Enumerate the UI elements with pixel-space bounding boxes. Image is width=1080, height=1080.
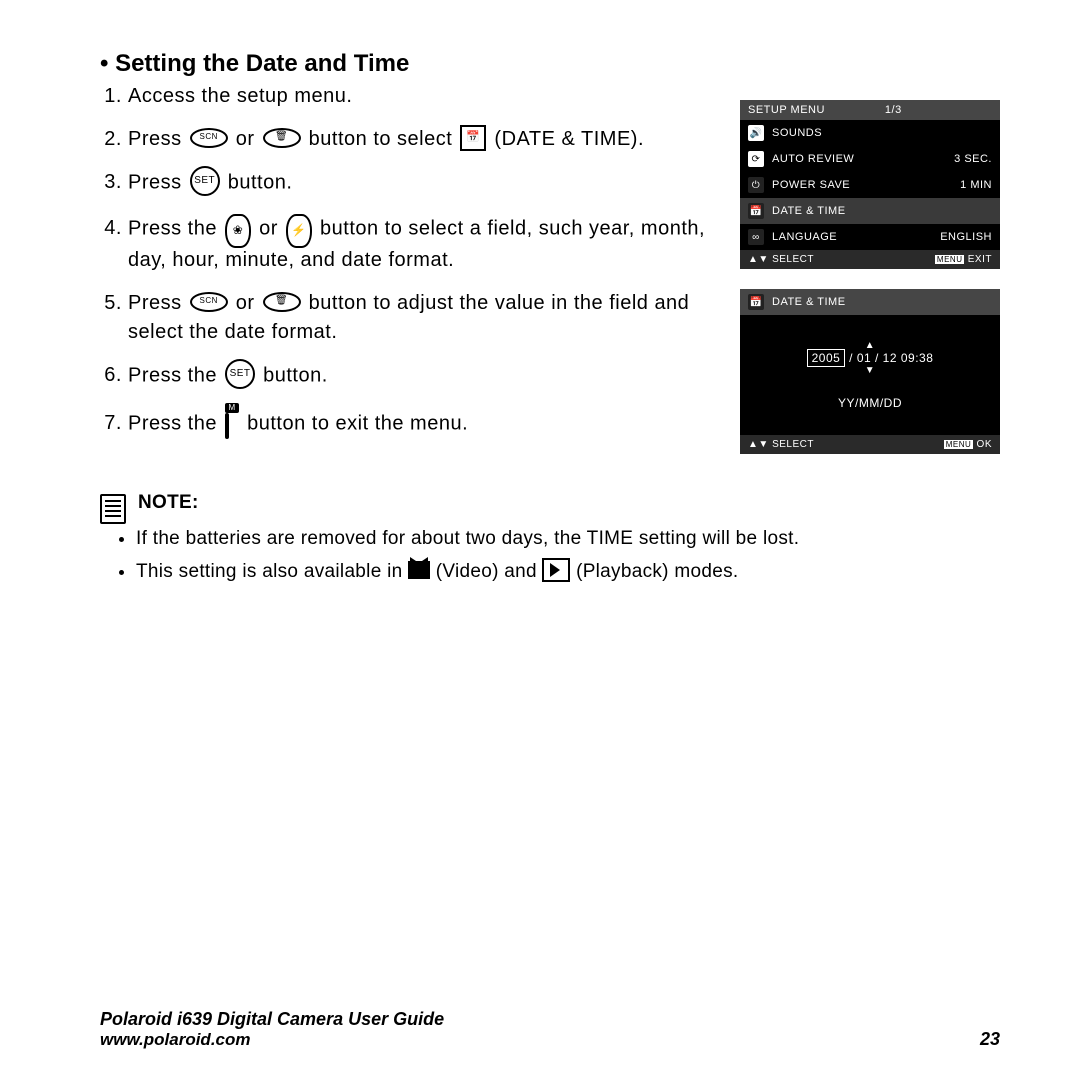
step-5: Press or button to adjust the value in t… xyxy=(128,289,710,347)
step-3: Press button. xyxy=(128,168,710,198)
step-1: Access the setup menu. xyxy=(128,82,710,111)
delete-button-icon xyxy=(263,128,301,148)
text: or xyxy=(236,292,261,314)
menu-item: AUTO REVIEW xyxy=(772,153,854,165)
scn-button-icon xyxy=(190,128,228,148)
menu-item-selected: DATE & TIME xyxy=(772,205,846,217)
footer-guide-title: Polaroid i639 Digital Camera User Guide xyxy=(100,1009,444,1030)
step-4: Press the ❀ or ⚡ button to select a fiel… xyxy=(128,212,710,275)
set-button-icon xyxy=(190,166,220,196)
note-section: NOTE: If the batteries are removed for a… xyxy=(100,492,1000,585)
text: button. xyxy=(228,171,293,193)
step-2: Press or button to select 📅 (DATE & TIME… xyxy=(128,125,710,154)
menu-tag: MENU xyxy=(935,255,965,264)
text: (Video) and xyxy=(436,561,543,582)
note-item: This setting is also available in (Video… xyxy=(136,559,1000,586)
text: (DATE & TIME). xyxy=(494,128,644,150)
text: Press xyxy=(128,292,188,314)
page-number: 23 xyxy=(980,1029,1000,1050)
text: button to exit the menu. xyxy=(247,412,468,434)
setup-menu-screenshot: SETUP MENU 1/3 🔊SOUNDS ⟳AUTO REVIEW3 SEC… xyxy=(740,100,1000,269)
menu-tag: MENU xyxy=(944,440,974,449)
lcd-title: DATE & TIME xyxy=(772,296,846,308)
macro-button-icon: ❀ xyxy=(225,214,251,248)
delete-button-icon xyxy=(263,292,301,312)
step-7: Press the M button to exit the menu. xyxy=(128,405,710,443)
text: Press xyxy=(128,128,188,150)
menu-item: LANGUAGE xyxy=(772,231,837,243)
footer-select: SELECT xyxy=(772,439,814,450)
menu-item: SOUNDS xyxy=(772,127,822,139)
menu-item: POWER SAVE xyxy=(772,179,850,191)
text: Press xyxy=(128,171,188,193)
lcd-page: 1/3 xyxy=(885,104,902,116)
playback-mode-icon xyxy=(542,558,570,582)
note-item: If the batteries are removed for about t… xyxy=(136,526,1000,553)
text: This setting is also available in xyxy=(136,561,408,582)
menu-button-icon: M xyxy=(225,403,239,441)
footer-select: SELECT xyxy=(772,254,814,265)
text: button. xyxy=(263,364,328,386)
text: or xyxy=(236,128,261,150)
instruction-steps: Access the setup menu. Press or button t… xyxy=(100,82,710,474)
text: button to select xyxy=(309,128,459,150)
footer-exit: EXIT xyxy=(968,254,992,265)
text: (Playback) modes. xyxy=(576,561,738,582)
year-field: 2005 xyxy=(807,349,846,367)
note-icon xyxy=(100,494,126,524)
date-time-icon: 📅 xyxy=(460,125,486,151)
scn-button-icon xyxy=(190,292,228,312)
menu-value: ENGLISH xyxy=(940,231,992,243)
note-title: NOTE: xyxy=(138,492,199,514)
footer-ok: OK xyxy=(977,439,992,450)
step-6: Press the button. xyxy=(128,361,710,391)
text: Press the xyxy=(128,364,223,386)
video-mode-icon xyxy=(408,561,430,579)
section-heading: • Setting the Date and Time xyxy=(100,50,1000,78)
set-button-icon xyxy=(225,359,255,389)
footer-url: www.polaroid.com xyxy=(100,1030,444,1050)
date-format: YY/MM/DD xyxy=(838,396,902,410)
updown-icon: ▲▼ xyxy=(748,439,769,450)
lcd-title: SETUP MENU xyxy=(748,104,825,116)
text: or xyxy=(259,217,284,239)
text: Press the xyxy=(128,217,223,239)
page-footer: Polaroid i639 Digital Camera User Guide … xyxy=(100,1009,1000,1050)
flash-button-icon: ⚡ xyxy=(286,214,312,248)
updown-icon: ▲▼ xyxy=(748,254,769,265)
date-rest: / 01 / 12 09:38 xyxy=(845,351,933,365)
menu-value: 3 SEC. xyxy=(954,153,992,165)
menu-value: 1 MIN xyxy=(960,179,992,191)
text: Press the xyxy=(128,412,223,434)
date-time-screenshot: 📅 DATE & TIME ▲ 2005 / 01 / 12 09:38 ▼ Y… xyxy=(740,289,1000,454)
